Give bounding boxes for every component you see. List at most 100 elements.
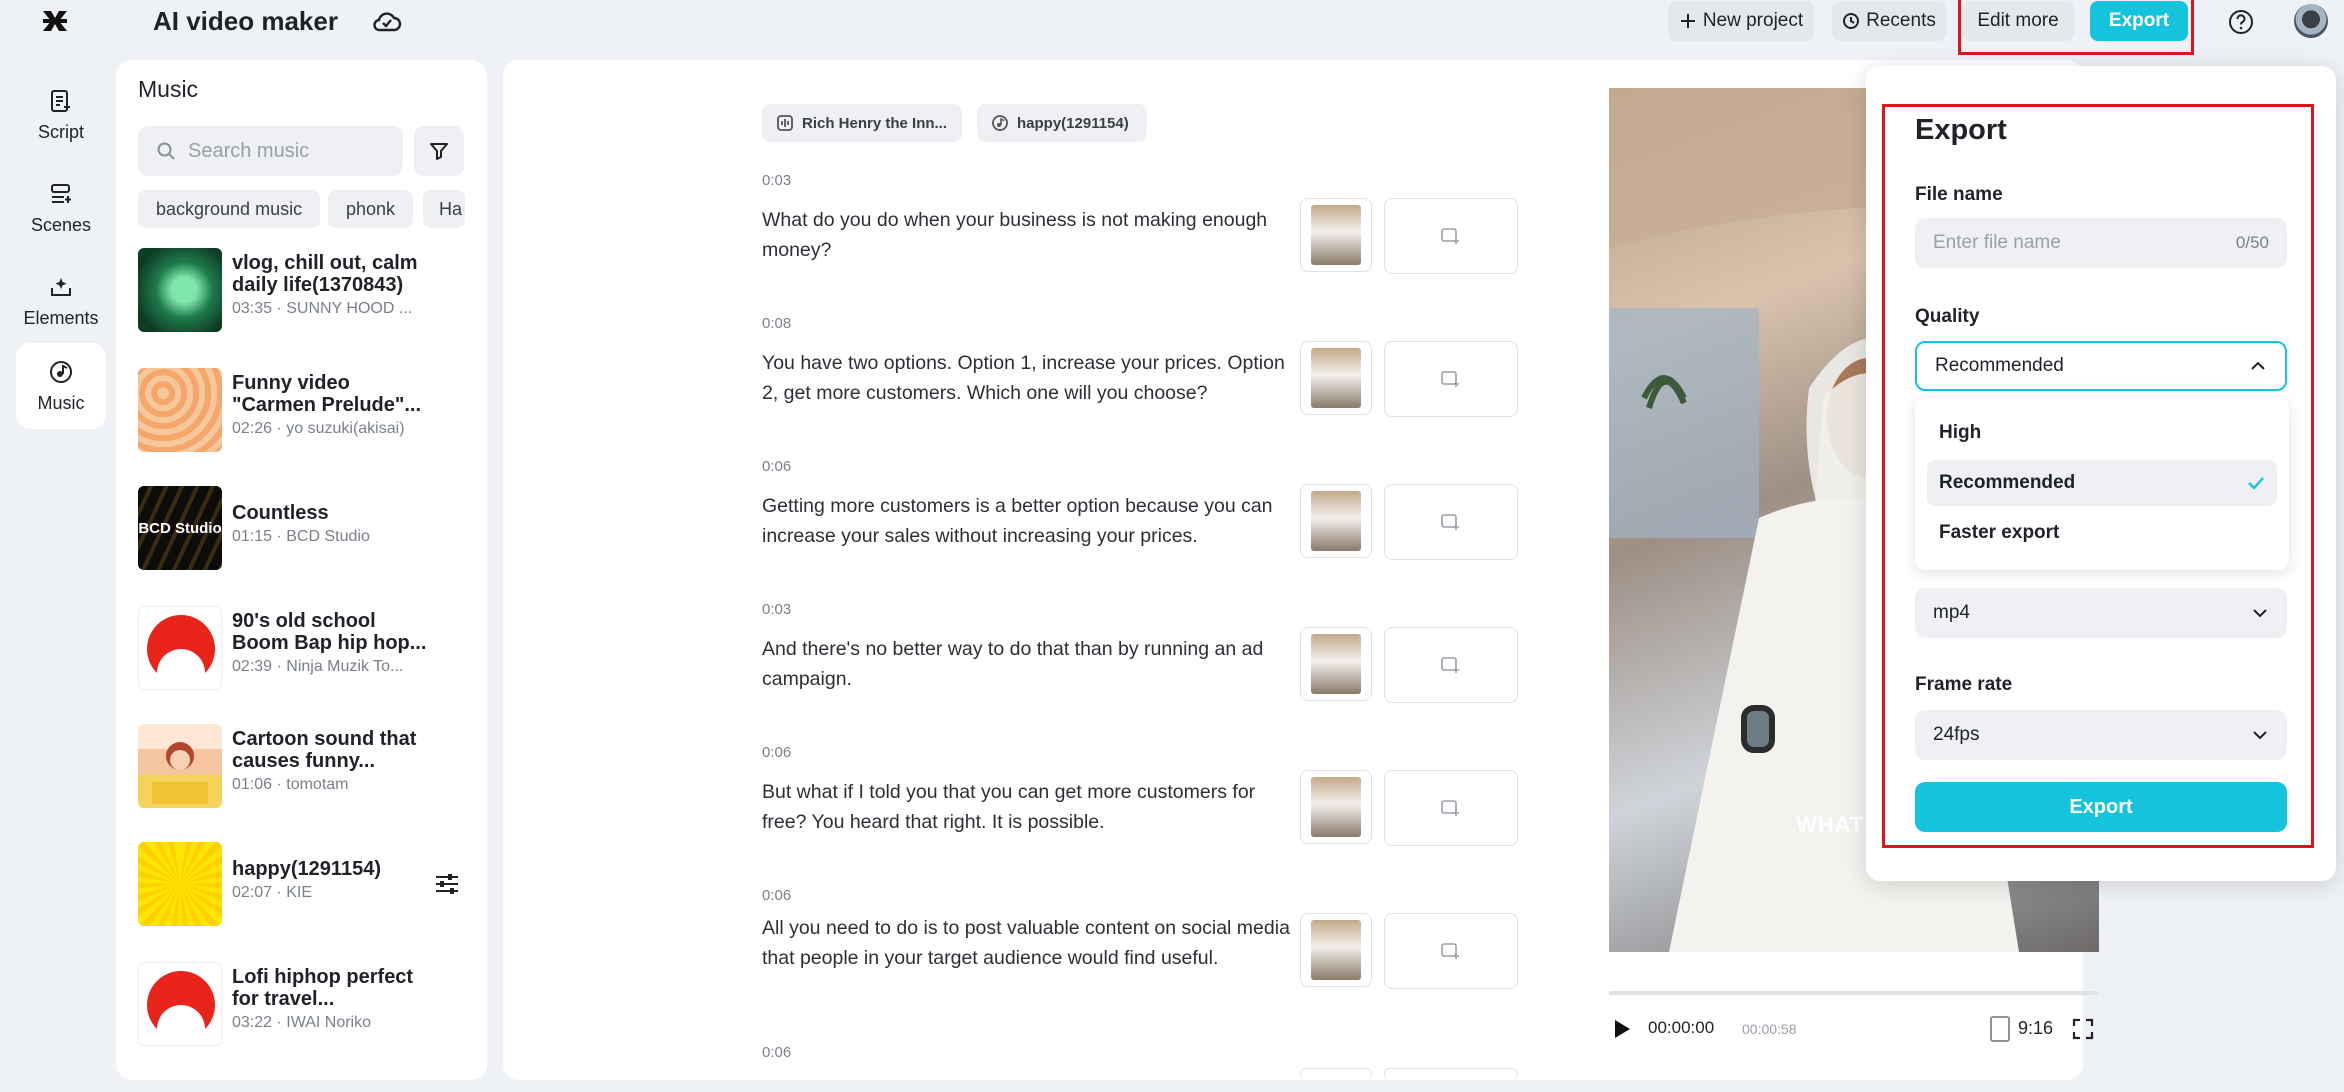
chevron-up-icon	[2251, 361, 2265, 370]
track-meta: 02:07 · KIE	[232, 884, 313, 901]
chip-phonk[interactable]: phonk	[328, 190, 414, 228]
segment-text[interactable]: And there's no better way to do that tha…	[762, 634, 1302, 694]
chip-partial[interactable]: Ha	[423, 190, 465, 228]
segment-text[interactable]: All you need to do is to post valuable c…	[762, 913, 1302, 973]
nav-elements[interactable]: Elements	[16, 258, 106, 344]
play-icon[interactable]	[1612, 1018, 1632, 1040]
segment-text[interactable]: But what if I told you that you can get …	[762, 777, 1302, 837]
add-media-button[interactable]	[1384, 341, 1518, 417]
clock-icon	[1843, 13, 1860, 29]
script-icon	[51, 89, 70, 112]
voice-tag-label: Rich Henry the Inn...	[802, 114, 948, 132]
music-track[interactable]: Funny video "Carmen Prelude"... 02:26 · …	[138, 364, 468, 454]
playback-progress[interactable]	[1609, 991, 2099, 995]
segment-thumbnail[interactable]	[1300, 341, 1372, 415]
add-media-icon	[1441, 943, 1459, 959]
cloud-sync-icon[interactable]	[372, 8, 402, 34]
segment-duration: 0:08	[762, 315, 792, 332]
track-meta: 02:26 · yo suzuki(akisai)	[232, 420, 405, 437]
file-name-label: File name	[1915, 184, 2003, 205]
track-name: Countless	[232, 502, 329, 524]
music-track[interactable]: 90's old school Boom Bap hip hop... 02:3…	[138, 602, 468, 692]
music-track[interactable]: BCD Studio Countless 01:15 · BCD Studio	[138, 482, 468, 572]
track-meta: 03:35 · SUNNY HOOD ...	[232, 300, 413, 317]
nav-label: Music	[37, 392, 85, 413]
search-placeholder: Search music	[188, 139, 310, 162]
quality-option-label: Recommended	[1939, 472, 2076, 493]
format-value: mp4	[1933, 602, 1970, 623]
music-track[interactable]: Lofi hiphop perfect for travel... 03:22 …	[138, 958, 468, 1048]
segment-text[interactable]: What do you do when your business is not…	[762, 205, 1302, 265]
track-name: Funny video "Carmen Prelude"...	[232, 372, 422, 416]
music-track[interactable]: Cartoon sound that causes funny... 01:06…	[138, 720, 468, 810]
file-name-placeholder: Enter file name	[1933, 232, 2061, 253]
nav-label: Scenes	[30, 214, 92, 235]
format-select[interactable]: mp4	[1915, 588, 2287, 638]
new-project-button[interactable]: New project	[1668, 1, 1814, 41]
segment-duration: 0:03	[762, 601, 792, 618]
scenes-icon	[51, 183, 71, 203]
track-name: Cartoon sound that causes funny...	[232, 728, 417, 772]
current-time: 00:00:00	[1648, 1018, 1715, 1037]
fullscreen-icon[interactable]	[2072, 1018, 2094, 1040]
segment-thumbnail[interactable]	[1300, 198, 1372, 272]
nav-script[interactable]: Script	[16, 72, 106, 158]
file-name-input[interactable]: Enter file name 0/50	[1915, 218, 2287, 268]
add-media-icon	[1441, 800, 1459, 816]
music-tag[interactable]: happy(1291154)	[977, 104, 1147, 142]
search-input[interactable]: Search music	[138, 126, 403, 176]
add-media-icon	[1441, 371, 1459, 387]
quality-option-recommended[interactable]: Recommended	[1927, 460, 2277, 506]
recents-button[interactable]: Recents	[1832, 1, 1946, 41]
segment-duration: 0:03	[762, 172, 792, 189]
track-name: happy(1291154)	[232, 858, 381, 880]
segment-thumbnail[interactable]	[1300, 770, 1372, 844]
frame-rate-select[interactable]: 24fps	[1915, 710, 2287, 760]
elements-icon	[51, 277, 71, 296]
segment-text[interactable]: You have two options. Option 1, increase…	[762, 348, 1302, 408]
add-media-button[interactable]	[1384, 1068, 1518, 1080]
filter-button[interactable]	[414, 126, 464, 176]
segment-thumbnail[interactable]	[1300, 484, 1372, 558]
capcut-logo-icon[interactable]	[40, 6, 70, 36]
new-project-label: New project	[1702, 10, 1804, 31]
voice-tag[interactable]: Rich Henry the Inn...	[762, 104, 962, 142]
music-tag-label: happy(1291154)	[1017, 114, 1129, 132]
aspect-ratio-icon[interactable]	[1990, 1016, 2010, 1042]
music-track[interactable]: happy(1291154) 02:07 · KIE	[138, 838, 468, 928]
track-thumbnail	[138, 724, 222, 808]
aspect-ratio-label[interactable]: 9:16	[2018, 1018, 2053, 1039]
adjust-settings-icon[interactable]	[434, 872, 460, 896]
track-name: vlog, chill out, calm daily life(1370843…	[232, 252, 418, 296]
add-media-button[interactable]	[1384, 484, 1518, 560]
check-icon	[2248, 477, 2264, 490]
nav-music[interactable]: Music	[16, 343, 106, 429]
nav-scenes[interactable]: Scenes	[16, 165, 106, 251]
segment-thumbnail[interactable]	[1300, 913, 1372, 987]
music-panel-title: Music	[138, 76, 199, 102]
music-track[interactable]: vlog, chill out, calm daily life(1370843…	[138, 244, 468, 334]
segment-thumbnail[interactable]	[1300, 627, 1372, 701]
avatar[interactable]	[2294, 4, 2328, 38]
add-media-icon	[1441, 657, 1459, 673]
add-media-button[interactable]	[1384, 198, 1518, 274]
track-meta: 03:22 · IWAI Noriko	[232, 1014, 372, 1031]
help-icon[interactable]	[2228, 9, 2254, 35]
add-media-button[interactable]	[1384, 770, 1518, 846]
track-name: 90's old school Boom Bap hip hop...	[232, 610, 427, 654]
segment-text[interactable]: Getting more customers is a better optio…	[762, 491, 1302, 551]
chevron-down-icon	[2253, 731, 2267, 740]
chip-background-music[interactable]: background music	[138, 190, 321, 228]
filter-icon	[430, 143, 448, 160]
quality-option-faster[interactable]: Faster export	[1927, 510, 2277, 556]
nav-label: Script	[37, 121, 84, 142]
add-media-button[interactable]	[1384, 913, 1518, 989]
thumb-brand-text: BCD Studio	[138, 519, 222, 537]
export-button[interactable]: Export	[1915, 782, 2287, 832]
quality-option-high[interactable]: High	[1927, 410, 2277, 456]
add-media-button[interactable]	[1384, 627, 1518, 703]
frame-rate-value: 24fps	[1933, 724, 1980, 745]
segment-thumbnail[interactable]	[1300, 1068, 1372, 1080]
track-meta: 01:15 · BCD Studio	[232, 528, 370, 545]
quality-select[interactable]: Recommended	[1915, 341, 2287, 391]
